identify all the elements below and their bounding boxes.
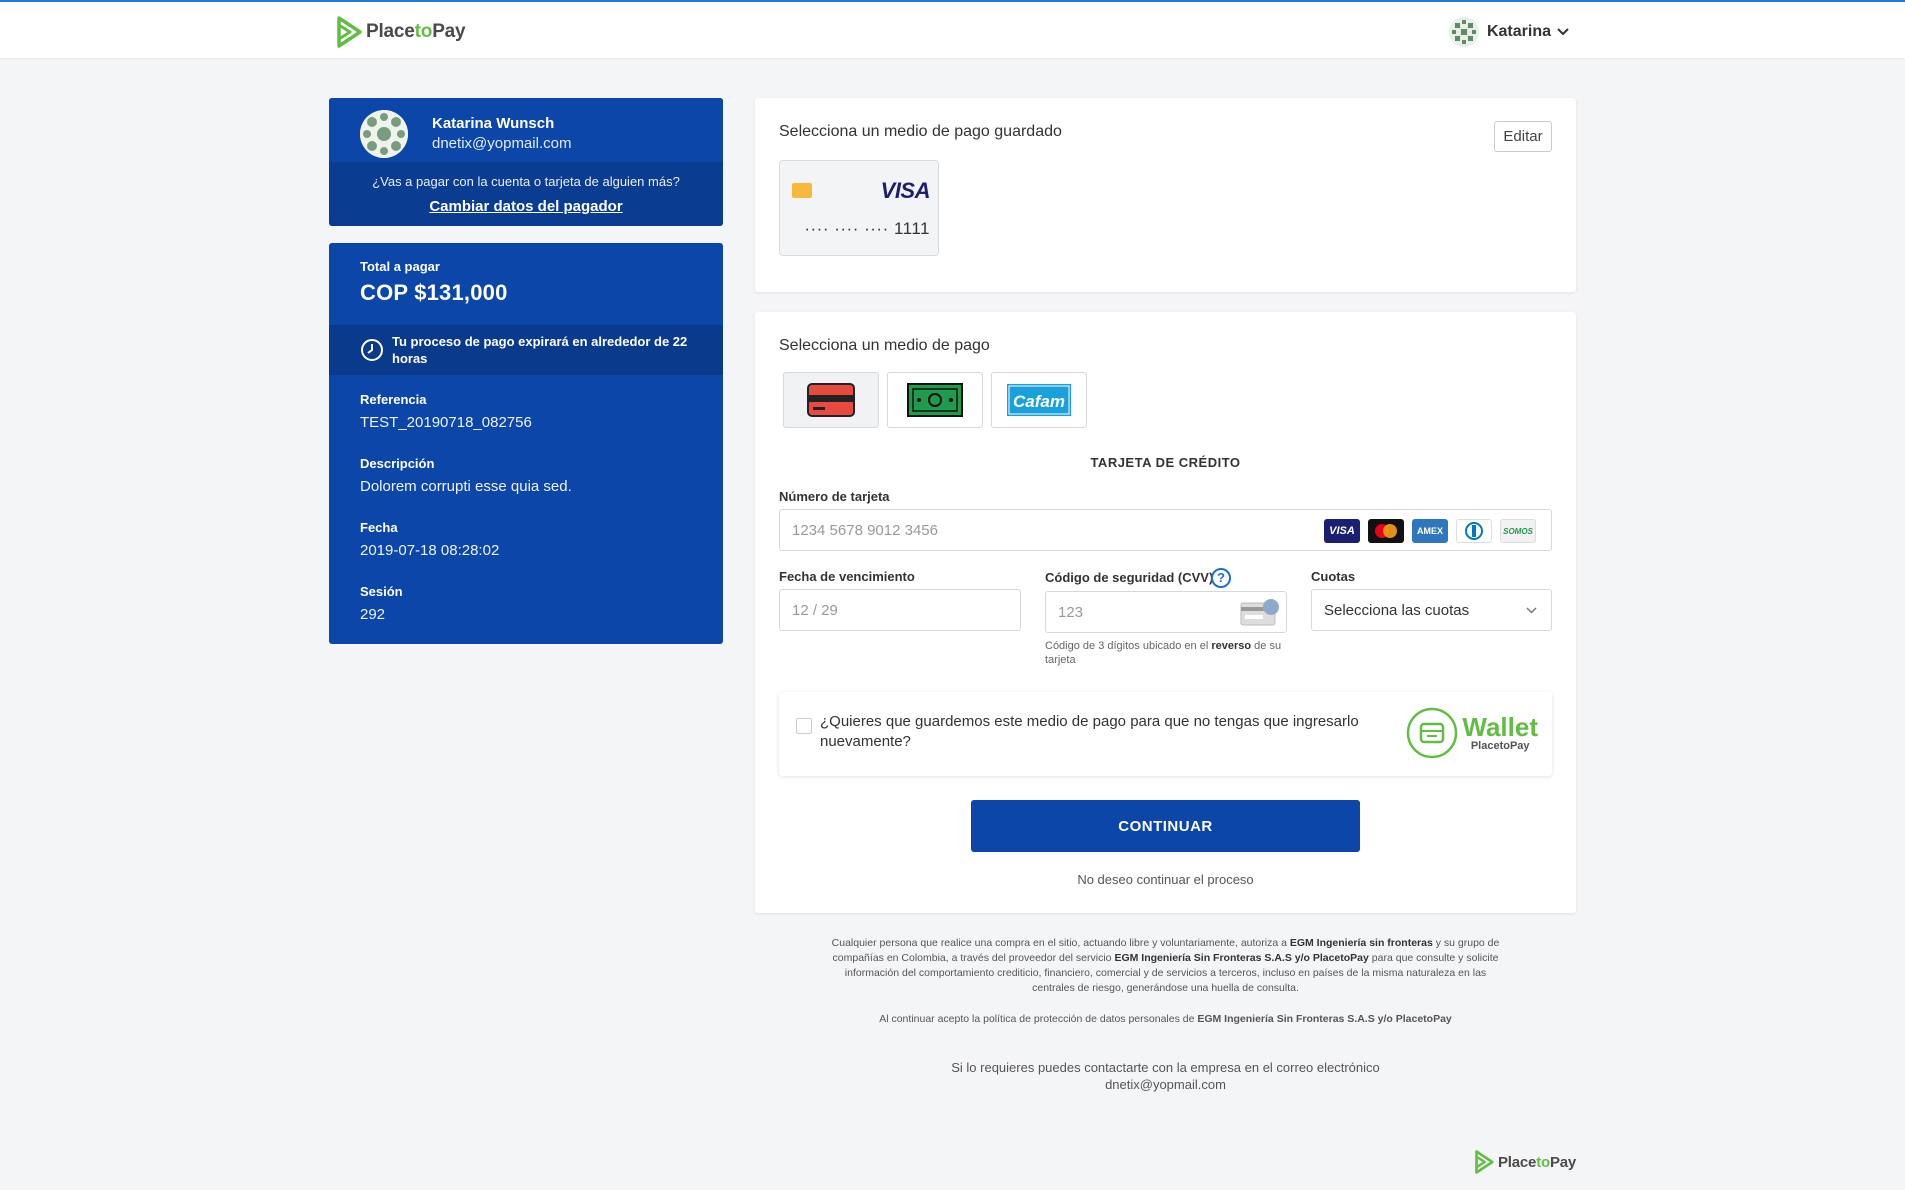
footer-logo-text: PlacetoPay: [1498, 1153, 1577, 1171]
description-value: Dolorem corrupti esse quia sed.: [360, 478, 572, 495]
diners-brand-icon: [1456, 519, 1492, 543]
placetopay-logo[interactable]: PlacetoPay: [336, 16, 466, 48]
cvv-placeholder: 123: [1058, 603, 1084, 621]
cafam-logo-text: Cafam: [1013, 392, 1065, 411]
card-back-icon: [1240, 599, 1279, 626]
reference-value: TEST_20190718_082756: [360, 414, 532, 431]
expiry-placeholder: 12 / 29: [792, 601, 838, 619]
user-menu[interactable]: Katarina: [1448, 17, 1569, 47]
cafam-method-button[interactable]: Cafam: [991, 372, 1087, 428]
cvv-label: Código de seguridad (CVV): [1045, 570, 1214, 585]
save-method-checkbox[interactable]: [796, 718, 812, 734]
payer-card: Katarina Wunsch dnetix@yopmail.com ¿Vas …: [329, 98, 723, 226]
footer-logo: PlacetoPay: [1474, 1150, 1576, 1174]
logo-text: PlacetoPay: [366, 21, 466, 42]
payer-name: Katarina Wunsch: [432, 115, 555, 132]
session-label: Sesión: [360, 584, 403, 599]
installments-value: Selecciona las cuotas: [1324, 601, 1470, 619]
reference-label: Referencia: [360, 392, 427, 407]
top-bar: PlacetoPay Katarina: [0, 0, 1905, 58]
save-method-text: ¿Quieres que guardemos este medio de pag…: [820, 713, 1359, 750]
wallet-logo: Wallet PlacetoPay: [1406, 707, 1538, 759]
somos-brand-icon: SOMOS: [1500, 519, 1536, 543]
installments-select[interactable]: Selecciona las cuotas: [1311, 589, 1552, 631]
visa-brand-icon: VISA: [1324, 519, 1360, 543]
cash-icon: [907, 383, 963, 417]
cash-method-button[interactable]: [887, 372, 983, 428]
cvv-help-icon[interactable]: ?: [1211, 568, 1231, 588]
chevron-down-icon: [1526, 607, 1537, 614]
saved-methods-card: Selecciona un medio de pago guardado Edi…: [755, 98, 1576, 292]
payer-question: ¿Vas a pagar con la cuenta o tarjeta de …: [372, 174, 680, 189]
privacy-notice: Al continuar acepto la política de prote…: [879, 1013, 1452, 1025]
cvv-hint: Código de 3 dígitos ubicado en el revers…: [1045, 640, 1282, 666]
cvv-input[interactable]: 123: [1045, 591, 1287, 633]
payment-form-card: Selecciona un medio de pago Cafam TARJET…: [755, 312, 1576, 913]
expiration-notice: Tu proceso de pago expirará en alrededor…: [329, 325, 723, 375]
contact-email: dnetix@yopmail.com: [1105, 1077, 1226, 1092]
masked-card-number: ···· ···· ···· 1111: [804, 219, 930, 238]
contact-line: Si lo requieres puedes contactarte con l…: [951, 1060, 1380, 1075]
card-number-placeholder: 1234 5678 9012 3456: [792, 521, 938, 539]
card-number-input[interactable]: 1234 5678 9012 3456 VISA AMEX SOMOS: [779, 509, 1552, 551]
payer-email: dnetix@yopmail.com: [432, 135, 572, 152]
wallet-icon: [1407, 707, 1458, 759]
play-arrow-icon: [1475, 1150, 1494, 1174]
total-label: Total a pagar: [360, 259, 440, 274]
payment-method-title: Selecciona un medio de pago: [779, 337, 990, 354]
expiry-input[interactable]: 12 / 29: [779, 589, 1021, 631]
date-value: 2019-07-18 08:28:02: [360, 542, 500, 559]
credit-card-icon: [807, 383, 855, 417]
date-label: Fecha: [360, 520, 398, 535]
cafam-logo-icon: Cafam: [1007, 384, 1071, 416]
payer-avatar: [360, 110, 408, 158]
avatar: [1448, 17, 1479, 47]
user-name: Katarina: [1486, 23, 1551, 40]
wallet-subtitle: PlacetoPay: [1470, 740, 1530, 752]
save-method-box: ¿Quieres que guardemos este medio de pag…: [779, 692, 1552, 776]
session-value: 292: [360, 606, 386, 623]
saved-methods-title: Selecciona un medio de pago guardado: [779, 123, 1062, 140]
expiration-text: Tu proceso de pago expirará en alrededor…: [392, 334, 688, 366]
mastercard-brand-icon: [1368, 519, 1404, 543]
wallet-word: Wallet: [1462, 712, 1538, 742]
description-label: Descripción: [360, 456, 435, 471]
expiry-label: Fecha de vencimiento: [779, 569, 915, 584]
amex-brand-icon: AMEX: [1412, 519, 1448, 543]
contact-notice: Si lo requieres puedes contactarte con l…: [755, 1059, 1576, 1093]
chevron-down-icon: [1557, 28, 1569, 36]
saved-card-visa[interactable]: VISA ···· ···· ···· 1111: [779, 160, 939, 256]
edit-button[interactable]: Editar: [1494, 121, 1552, 152]
clock-icon: [361, 339, 383, 361]
continue-button[interactable]: CONTINUAR: [971, 800, 1360, 852]
total-amount: COP $131,000: [360, 280, 508, 305]
card-number-label: Número de tarjeta: [779, 489, 890, 504]
payer-header: Katarina Wunsch dnetix@yopmail.com: [329, 98, 723, 162]
legal-disclaimer: Cualquier persona que realice una compra…: [831, 937, 1500, 994]
visa-logo: VISA: [880, 178, 931, 203]
change-payer-link[interactable]: Cambiar datos del pagador: [429, 198, 622, 215]
cancel-process-link[interactable]: No deseo continuar el proceso: [755, 872, 1576, 887]
section-heading: TARJETA DE CRÉDITO: [1090, 455, 1241, 470]
play-arrow-icon: [337, 16, 362, 48]
credit-card-method-button[interactable]: [783, 372, 879, 428]
installments-label: Cuotas: [1311, 569, 1356, 584]
payment-summary: Total a pagar COP $131,000 Tu proceso de…: [329, 243, 723, 644]
card-chip-icon: [792, 183, 812, 198]
